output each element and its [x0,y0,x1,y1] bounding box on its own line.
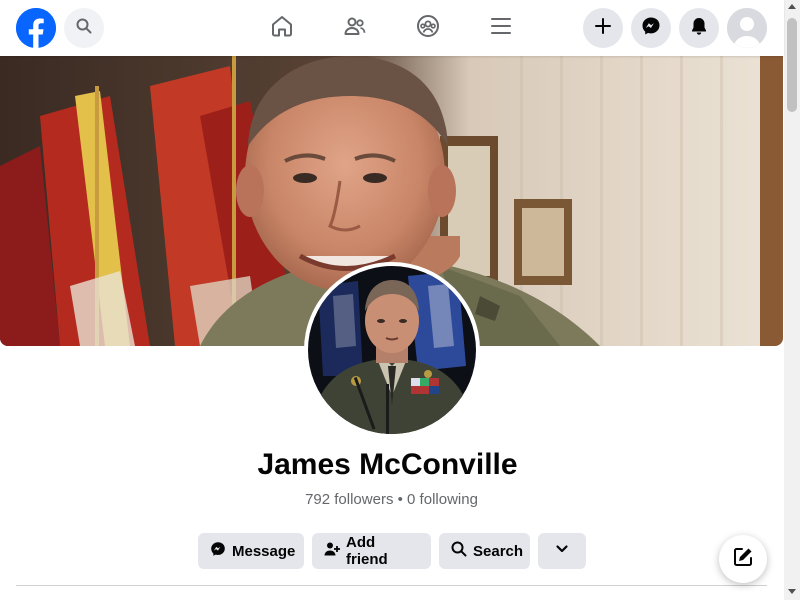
notifications-button[interactable] [679,8,719,48]
groups-icon [416,14,440,43]
home-icon [270,14,294,43]
following-count[interactable]: 0 following [407,491,478,508]
page-scrollbar[interactable] [784,0,800,600]
follow-counts: 792 followers • 0 following [0,491,783,508]
messenger-icon [210,541,226,561]
more-options-button[interactable] [538,533,586,569]
account-avatar-button[interactable] [727,8,767,48]
messenger-button[interactable] [631,8,671,48]
search-profile-button[interactable]: Search [439,533,530,569]
nav-menu-button[interactable] [481,8,521,48]
add-friend-icon [324,541,340,561]
message-label: Message [232,542,296,560]
menu-icon [489,14,513,43]
scroll-thumb[interactable] [787,18,797,112]
user-avatar-icon [727,8,767,48]
followers-count[interactable]: 792 followers [305,491,393,508]
add-friend-button[interactable]: Add friend [312,533,431,569]
section-divider [16,585,767,586]
bell-icon [689,16,709,41]
search-label: Search [473,542,524,560]
add-friend-label: Add friend [346,534,388,568]
nav-home-button[interactable] [262,8,302,48]
scroll-down-arrow-icon[interactable] [788,589,796,594]
scroll-up-arrow-icon[interactable] [788,4,796,9]
search-icon [451,541,467,561]
plus-icon [594,17,612,40]
compose-message-button[interactable] [719,535,767,583]
create-button[interactable] [583,8,623,48]
top-nav-bar [0,0,784,56]
message-button[interactable]: Message [198,533,304,569]
profile-name: James McConville [257,448,518,481]
facebook-logo-icon[interactable] [16,8,56,48]
profile-picture[interactable] [304,262,480,438]
edit-icon [732,546,754,573]
profile-page: James McConville 792 followers • 0 follo… [0,0,800,600]
nav-groups-button[interactable] [408,8,448,48]
nav-friends-button[interactable] [335,8,375,48]
search-button[interactable] [64,8,104,48]
search-icon [76,18,92,39]
chevron-down-icon [555,542,569,560]
follow-separator: • [393,491,408,508]
friends-icon [343,14,367,43]
profile-actions: Message Add friend Search [198,533,586,569]
messenger-icon [641,16,661,41]
